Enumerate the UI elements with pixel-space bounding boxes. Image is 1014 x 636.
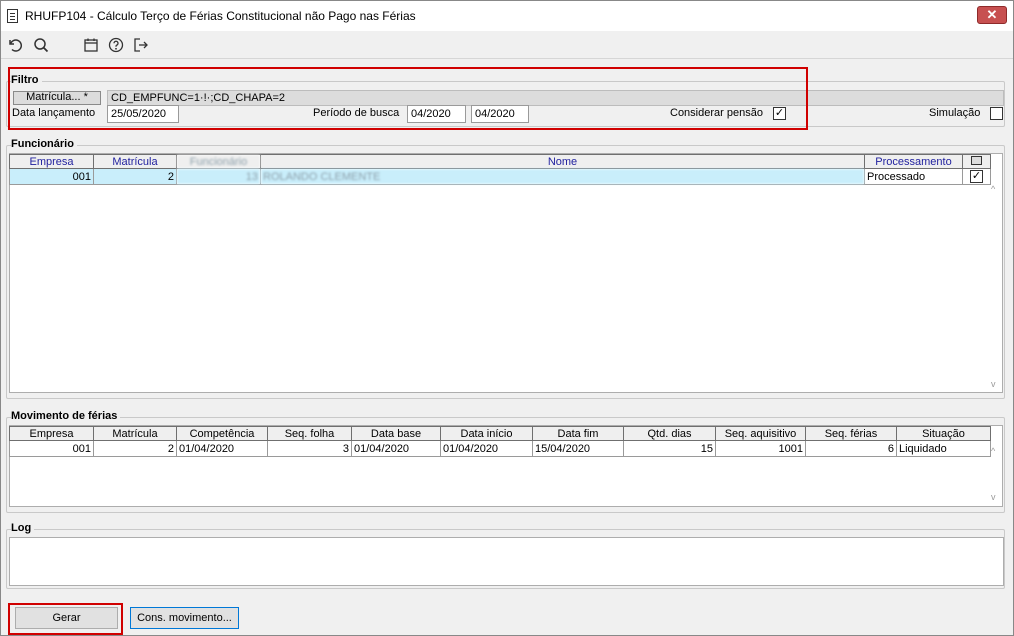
- col-header-data-base[interactable]: Data base: [351, 426, 441, 441]
- cell-data-inicio[interactable]: 01/04/2020: [440, 440, 533, 457]
- simulacao-checkbox[interactable]: [990, 107, 1003, 120]
- col-header-nome[interactable]: Nome: [260, 154, 865, 169]
- undo-icon[interactable]: [5, 35, 25, 55]
- col-header-matricula[interactable]: Matrícula: [93, 154, 177, 169]
- col-header-empresa[interactable]: Empresa: [9, 154, 94, 169]
- toolbar: [1, 31, 1013, 59]
- col-header-situacao[interactable]: Situação: [896, 426, 991, 441]
- col-header-empresa[interactable]: Empresa: [9, 426, 94, 441]
- main-window: RHUFP104 - Cálculo Terço de Férias Const…: [0, 0, 1014, 636]
- cell-seq-folha[interactable]: 3: [267, 440, 352, 457]
- funcionario-grid-area: [9, 153, 1003, 393]
- log-legend: Log: [11, 522, 35, 534]
- movimento-table: Empresa Matrícula Competência Seq. folha…: [9, 426, 991, 457]
- funcionario-legend: Funcionário: [11, 138, 77, 150]
- cons-movimento-button[interactable]: Cons. movimento...: [130, 607, 239, 629]
- cell-matricula[interactable]: 2: [93, 168, 177, 185]
- cell-data-fim[interactable]: 15/04/2020: [532, 440, 624, 457]
- cell-data-base[interactable]: 01/04/2020: [351, 440, 441, 457]
- funcionario-scroll-up-icon[interactable]: ^: [991, 184, 995, 194]
- col-header-processamento[interactable]: Processamento: [864, 154, 963, 169]
- row-select-checkbox[interactable]: ✓: [970, 170, 983, 183]
- gerar-highlight-box: [8, 603, 123, 635]
- col-header-funcionario[interactable]: Funcionário: [176, 154, 261, 169]
- cell-qtd-dias[interactable]: 15: [623, 440, 716, 457]
- cell-processamento[interactable]: Processado: [864, 168, 963, 185]
- filtro-highlight-box: [8, 67, 808, 130]
- col-header-data-inicio[interactable]: Data início: [440, 426, 533, 441]
- window-title: RHUFP104 - Cálculo Terço de Férias Const…: [25, 9, 416, 23]
- cell-nome[interactable]: ROLANDO CLEMENTE: [260, 168, 865, 185]
- cell-competencia[interactable]: 01/04/2020: [176, 440, 268, 457]
- cell-matricula[interactable]: 2: [93, 440, 177, 457]
- table-row[interactable]: 001 2 13 ROLANDO CLEMENTE Processado ✓: [9, 168, 991, 185]
- cell-seq-aquisitivo[interactable]: 1001: [715, 440, 806, 457]
- select-all-checkbox-icon[interactable]: [971, 155, 982, 165]
- cell-empresa[interactable]: 001: [9, 440, 94, 457]
- cell-select[interactable]: ✓: [962, 168, 991, 185]
- cell-funcionario[interactable]: 13: [176, 168, 261, 185]
- movimento-legend: Movimento de férias: [11, 410, 121, 422]
- search-icon[interactable]: [31, 35, 51, 55]
- cell-empresa[interactable]: 001: [9, 168, 94, 185]
- movimento-scroll-up-icon[interactable]: ^: [991, 446, 995, 456]
- log-textarea[interactable]: [9, 537, 1004, 586]
- app-document-icon: [7, 9, 18, 23]
- simulacao-label: Simulação: [929, 107, 981, 119]
- title-bar: RHUFP104 - Cálculo Terço de Férias Const…: [1, 1, 1013, 31]
- col-header-matricula[interactable]: Matrícula: [93, 426, 177, 441]
- close-button[interactable]: ✕: [977, 6, 1007, 24]
- col-header-qtd-dias[interactable]: Qtd. dias: [623, 426, 716, 441]
- movimento-scroll-down-icon[interactable]: v: [991, 492, 996, 502]
- col-header-data-fim[interactable]: Data fim: [532, 426, 624, 441]
- col-header-select-all[interactable]: [962, 154, 991, 169]
- exit-icon[interactable]: [131, 35, 151, 55]
- help-icon[interactable]: [106, 35, 126, 55]
- col-header-seq-folha[interactable]: Seq. folha: [267, 426, 352, 441]
- funcionario-table: Empresa Matrícula Funcionário Nome Proce…: [9, 154, 991, 185]
- col-header-competencia[interactable]: Competência: [176, 426, 268, 441]
- cell-seq-ferias[interactable]: 6: [805, 440, 897, 457]
- cell-situacao[interactable]: Liquidado: [896, 440, 991, 457]
- table-row[interactable]: 001 2 01/04/2020 3 01/04/2020 01/04/2020…: [9, 440, 991, 457]
- col-header-seq-ferias[interactable]: Seq. férias: [805, 426, 897, 441]
- funcionario-scroll-down-icon[interactable]: v: [991, 379, 996, 389]
- calendar-icon[interactable]: [81, 35, 101, 55]
- col-header-seq-aquisitivo[interactable]: Seq. aquisitivo: [715, 426, 806, 441]
